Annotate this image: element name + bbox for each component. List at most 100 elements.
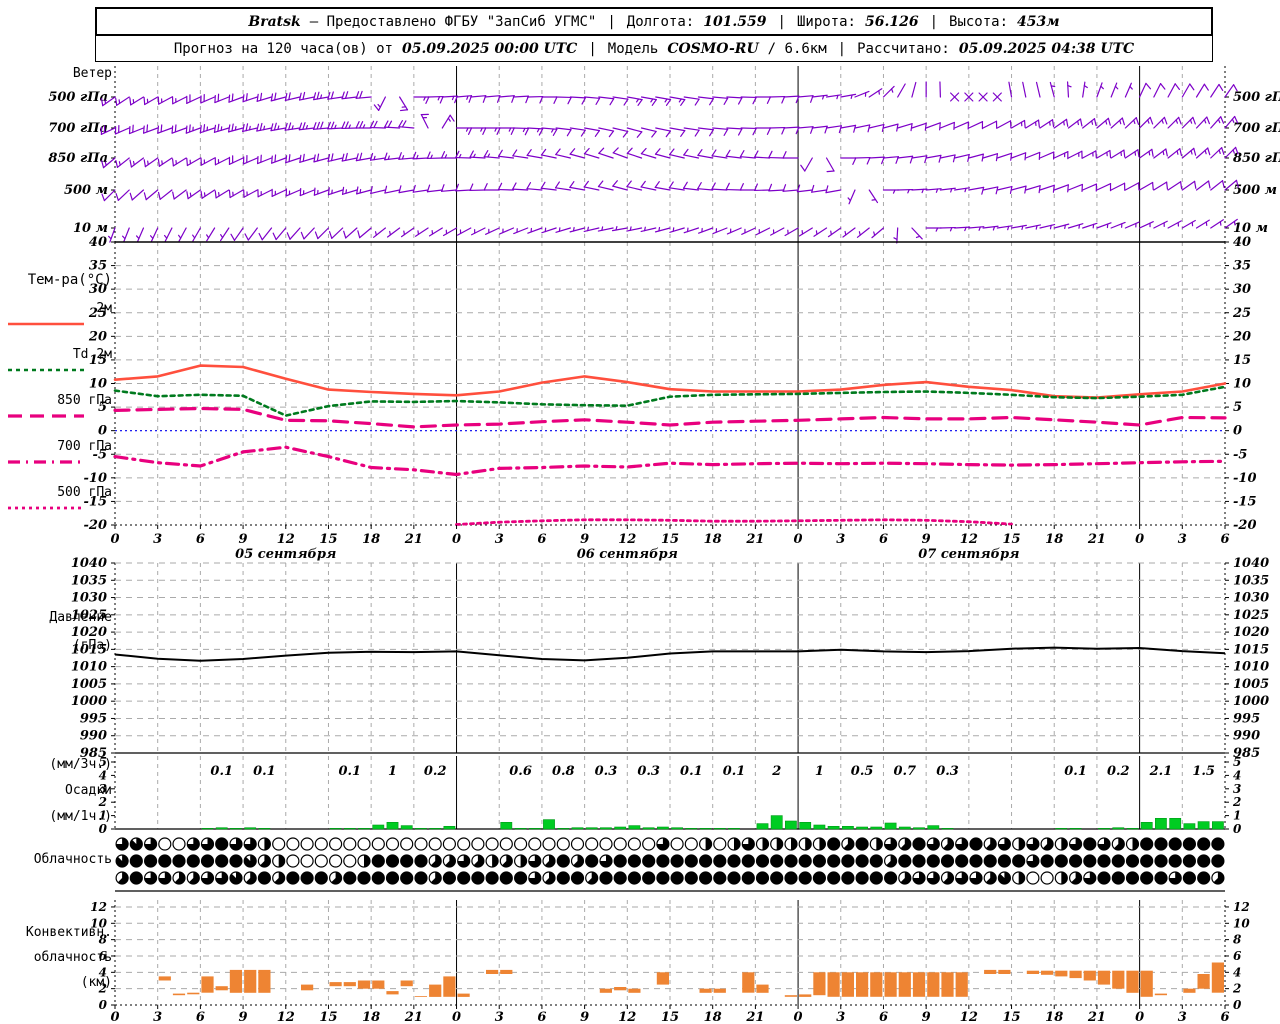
wind-barb [669,148,685,159]
precip-bar [813,824,826,830]
wind-barb-stroke [739,156,756,159]
wind-barb-stroke [737,128,743,136]
wind-barb [185,124,201,134]
precip-3h-label: 0.1 [723,764,746,779]
wind-barb [868,88,883,98]
wind-barb-stroke [447,117,451,122]
wind-barb-stroke [626,96,643,101]
wind-barb [1153,82,1166,98]
wind-barb-stroke [1096,222,1112,229]
pressure-tick-right: 990 [1233,729,1260,744]
wind-barb-stroke [164,227,173,243]
wind-barb-stroke [868,156,885,159]
wind-barb-stroke [572,226,575,232]
wind-barb-stroke [171,125,174,134]
cloud-cover-symbol [428,837,442,851]
wind-barb-stroke [243,189,258,198]
temp-tick-right: 5 [1233,400,1242,415]
conv-hour-label: 0 [110,1010,119,1024]
wind-barb-stroke [160,124,163,133]
hour-label: 9 [580,532,589,547]
cloud-cover-symbol [827,871,841,885]
wind-barb [369,152,386,161]
wind-barb [114,124,130,135]
convective-cloud-bar [827,972,840,997]
wind-barb [598,96,615,106]
wind-barb-stroke [201,189,216,199]
precip-bar [386,821,399,830]
wind-barb-stroke [1078,224,1081,229]
wind-barb-stroke [327,187,330,196]
convective-cloud-bar [870,972,883,997]
precip-bar [884,822,897,830]
wind-barb-stroke [387,120,393,128]
wind-barb-stroke [553,96,558,104]
wind-barb [939,226,956,232]
cloud-cover-symbol [1111,854,1125,868]
cloud-cover-symbol [1083,854,1097,868]
convective-cloud-bar [856,972,869,997]
convective-cloud-bar [1055,970,1068,977]
wind-barb-stroke [629,226,632,231]
wind-barb [1181,116,1196,129]
wind-barb-stroke [1139,148,1153,159]
wind-barb-stroke [1066,81,1070,98]
wind-barb-stroke [341,189,358,195]
temp-tick-right: 25 [1232,306,1251,321]
wind-barb-stroke [1038,185,1041,194]
wind-barb [1210,180,1225,191]
wind-barb-stroke [161,160,163,165]
wind-barb-stroke [996,185,1013,191]
wind-barb [697,127,714,137]
wind-barb-stroke [683,148,689,156]
wind-barb [925,154,942,163]
wind-barb-stroke [299,189,315,197]
wind-barb-stroke [655,127,672,132]
hour-label: 12 [618,532,636,547]
wind-barb [1039,223,1056,230]
wind-barb-stroke [359,121,364,129]
meteogram-canvas: 500 гПа 500 гПа 700 гПа 700 гПа 850 гПа 850 г… [48,66,1280,1024]
cloud-cover-symbol [642,837,656,851]
wind-barb [1096,183,1112,192]
wind-barb-stroke [1204,149,1207,155]
cloud-cover-symbol [1140,837,1154,851]
wind-barb [242,93,258,103]
wind-barb-stroke [766,96,771,104]
wind-barb-stroke [1121,117,1125,126]
wind-barb-stroke [355,153,359,162]
cloud-cover-symbol [371,871,385,885]
wind-barb-stroke [341,153,345,162]
wind-level-label-right: 500 м [1233,183,1277,198]
wind-barb-stroke [189,192,192,198]
wind-barb-stroke [231,123,234,132]
precip-tick-right: 4 [1233,768,1241,782]
wind-barb-stroke [117,189,130,201]
wind-barb [257,189,273,198]
wind-barb-stroke [157,127,173,134]
cloud-cover-symbol [414,854,428,868]
conv-hour-label: 6 [196,1010,205,1024]
wind-barb-stroke [373,104,380,112]
wind-barb-stroke [598,147,605,154]
wind-barb-stroke [555,227,571,233]
cloud-cover-symbol [827,854,841,868]
wind-barb-stroke [498,95,515,98]
wind-barb [854,90,870,98]
wind-barb-stroke [327,189,344,196]
wind-barb [770,227,785,236]
cloud-cover-symbol [1197,854,1211,868]
wind-barb-stroke [1053,151,1069,159]
wind-barb-stroke [640,147,647,155]
wind-barb-stroke [178,234,182,239]
pressure-panel-unit: (гПа) [72,638,112,653]
cloud-cover-fill [264,838,271,850]
precip-bar [329,827,342,830]
wind-barb [172,189,187,200]
wind-barb [683,127,700,137]
wind-barb-stroke [1079,118,1083,127]
wind-barb-stroke [612,96,629,100]
wind-barb [356,186,372,195]
wind-barb [1025,119,1040,129]
wind-barb [954,121,969,130]
